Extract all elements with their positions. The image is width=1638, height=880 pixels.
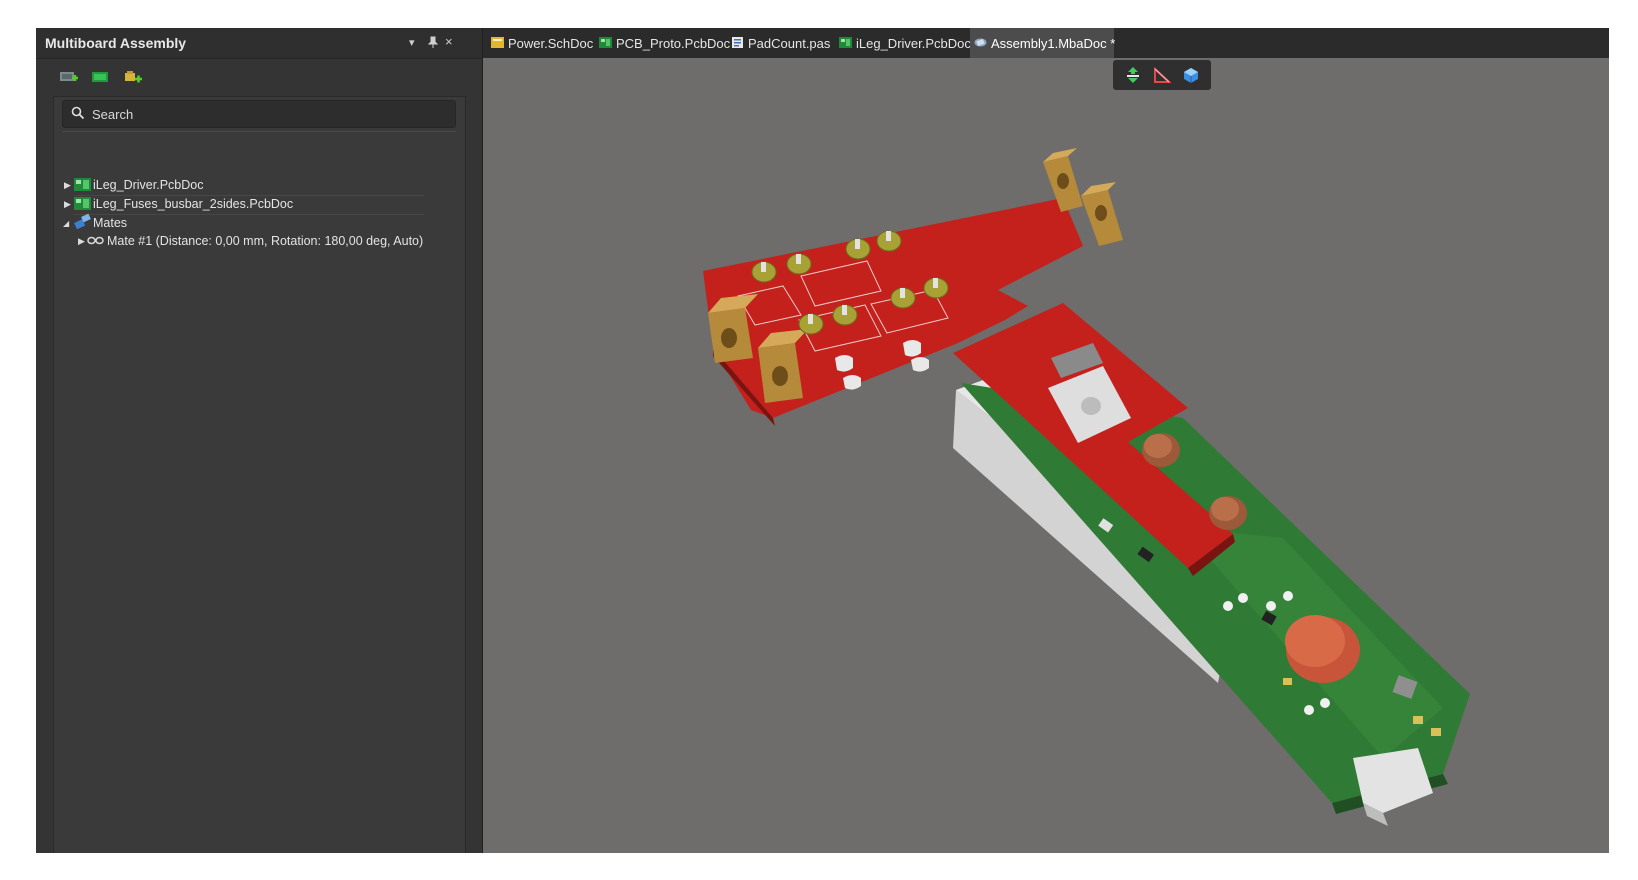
tab-assembly1-mbadoc[interactable]: Assembly1.MbaDoc * [970, 28, 1116, 58]
inductor-top [1144, 434, 1172, 458]
tab-label: PadCount.pas [748, 36, 831, 51]
board-connector [1353, 748, 1433, 813]
panel-content: Search ▶ iLeg_Driver.PcbDoc ▶ iLeg_Fuses… [53, 96, 466, 853]
tree-item-label: iLeg_Driver.PcbDoc [93, 178, 204, 192]
tab-label: iLeg_Driver.PcbDoc [856, 36, 971, 51]
tree-item-mate-1[interactable]: ▶ Mate #1 (Distance: 0,00 mm, Rotation: … [54, 233, 458, 251]
power-transistor-hole [1081, 397, 1101, 415]
insert-design-icon [92, 72, 108, 82]
mates-icon [74, 213, 91, 229]
tree-item-mates[interactable]: ◢ Mates [54, 213, 454, 233]
panel-header: Multiboard Assembly ▾ × [36, 28, 482, 59]
tree-item-fuses-busbar-pcb[interactable]: ▶ iLeg_Fuses_busbar_2sides.PcbDoc [54, 196, 454, 214]
inductor-top [1211, 497, 1239, 521]
pcb-doc-icon [74, 178, 91, 191]
ic-chip [1283, 678, 1292, 685]
insert-child-project-button[interactable] [58, 68, 80, 86]
multiboard-assembly-panel: Multiboard Assembly ▾ × Search ▶ iLeg_Dr… [36, 28, 483, 853]
panel-close-button[interactable]: × [445, 34, 453, 49]
ic-chip [1431, 728, 1441, 736]
search-icon [71, 106, 85, 120]
expand-arrow-icon[interactable]: ▶ [64, 180, 71, 191]
buzzer-component-top [1285, 615, 1345, 667]
tab-ileg-driver-pcbdoc[interactable]: iLeg_Driver.PcbDoc [839, 28, 971, 58]
ic-chip [1413, 716, 1423, 724]
tree-item-label: Mate #1 (Distance: 0,00 mm, Rotation: 18… [107, 234, 424, 248]
document-tab-bar: Power.SchDoc PCB_Proto.PcbDoc PadCount.p… [483, 28, 1609, 58]
search-placeholder: Search [92, 107, 134, 122]
insert-child-project-icon [60, 72, 78, 81]
pin-icon [427, 36, 439, 48]
insert-part-button[interactable] [122, 68, 144, 86]
panel-toolbar [36, 59, 482, 93]
tree-item-driver-pcb[interactable]: ▶ iLeg_Driver.PcbDoc [54, 177, 454, 195]
tab-label: Assembly1.MbaDoc * [991, 36, 1116, 51]
panel-title: Multiboard Assembly [45, 35, 187, 51]
expand-arrow-icon[interactable]: ▶ [64, 199, 71, 210]
script-doc-icon [732, 37, 743, 48]
tab-power-schdoc[interactable]: Power.SchDoc [491, 28, 595, 58]
insert-design-button[interactable] [90, 68, 112, 86]
pcb-doc-icon [599, 37, 612, 48]
tree-item-label: Mates [93, 216, 128, 230]
insert-part-icon [125, 71, 142, 83]
collapse-arrow-icon[interactable]: ◢ [63, 219, 69, 228]
tab-padcount-pas[interactable]: PadCount.pas [731, 28, 835, 58]
pcb-doc-icon [74, 197, 91, 210]
pcb-doc-icon [839, 37, 852, 48]
tree-item-label: iLeg_Fuses_busbar_2sides.PcbDoc [93, 197, 294, 211]
tab-pcb-proto-pcbdoc[interactable]: PCB_Proto.PcbDoc [599, 28, 731, 58]
search-input[interactable]: Search [62, 100, 456, 128]
pcb-assembly-3d-model[interactable] [483, 58, 1609, 853]
mate-link-icon [87, 236, 104, 245]
tab-label: PCB_Proto.PcbDoc [616, 36, 731, 51]
divider [62, 131, 456, 132]
expand-arrow-icon[interactable]: ▶ [78, 236, 85, 247]
terminal-lug [1081, 182, 1123, 246]
assembly-doc-icon [974, 38, 987, 47]
tab-label: Power.SchDoc [508, 36, 594, 51]
app-window: Multiboard Assembly ▾ × Search ▶ iLeg_Dr… [36, 28, 1609, 853]
panel-pin-button[interactable] [427, 36, 439, 51]
panel-menu-dropdown[interactable]: ▾ [409, 36, 415, 49]
3d-viewport[interactable] [483, 58, 1609, 853]
schematic-doc-icon [491, 37, 504, 48]
